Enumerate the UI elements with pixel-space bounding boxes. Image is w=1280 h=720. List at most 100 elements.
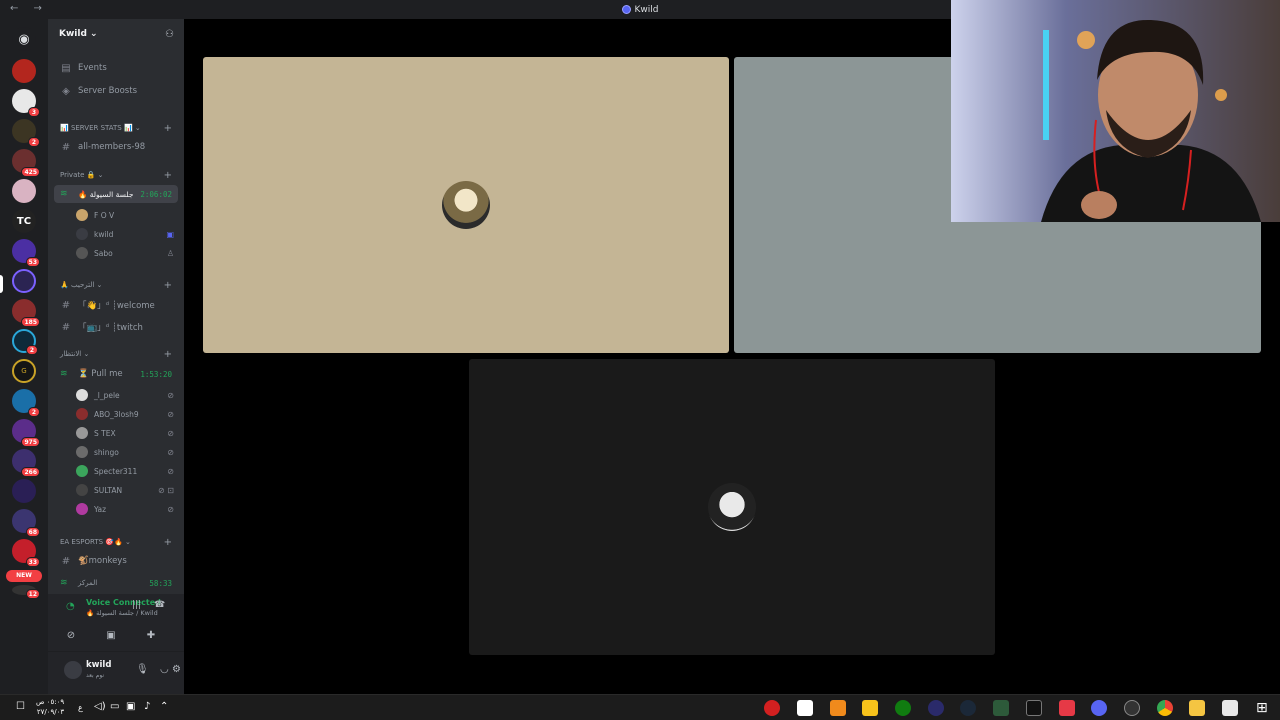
camera-off-icon[interactable]: ⊘	[58, 626, 84, 644]
server-icon[interactable]	[12, 269, 36, 293]
headphones-icon[interactable]: ◡	[160, 664, 169, 675]
user-avatar[interactable]	[64, 661, 82, 679]
voice-member[interactable]: kwild ▣	[76, 225, 178, 243]
app-icon[interactable]	[993, 700, 1009, 716]
notifications-icon[interactable]: ☐	[16, 701, 25, 712]
server-icon[interactable]	[12, 179, 36, 203]
server-icon[interactable]: 2	[12, 119, 40, 147]
events-label: Events	[78, 63, 107, 73]
server-icon[interactable]: 33	[12, 539, 40, 567]
server-icon[interactable]: 185	[12, 299, 40, 327]
participant-tile[interactable]	[469, 359, 995, 655]
channel-welcome[interactable]: # 「👋」ᵈ ┊welcome	[54, 296, 178, 314]
add-channel-icon[interactable]: +	[164, 537, 172, 548]
server-icon[interactable]: 68	[12, 509, 40, 537]
microphone-icon[interactable]: 🎙	[136, 664, 149, 675]
category-waiting[interactable]: الانتظار ⌄ +	[54, 347, 178, 361]
deafened-icon: ⊘	[167, 447, 174, 457]
server-icon[interactable]: 2	[12, 329, 38, 355]
voice-member[interactable]: F O V	[76, 206, 178, 224]
channel-monkeys[interactable]: # 🐒monkeys	[54, 552, 178, 570]
server-icon[interactable]: 425	[12, 149, 40, 177]
category-server-stats[interactable]: 📊 SERVER STATS 📊 ⌄ +	[54, 121, 178, 135]
server-icon[interactable]	[12, 59, 36, 83]
server-icon[interactable]: 266	[12, 449, 40, 477]
participant-tile[interactable]	[203, 57, 729, 353]
deafened-icon: ⊘	[167, 409, 174, 419]
volume-icon[interactable]: ◁)	[94, 701, 106, 712]
system-clock[interactable]: ٠٥:٠٩ ص ٢٧/٠٩/٠٣	[36, 697, 64, 717]
voice-member[interactable]: _l_pele ⊘	[76, 386, 178, 404]
app-icon[interactable]	[928, 700, 944, 716]
app-icon[interactable]	[830, 700, 846, 716]
activities-icon[interactable]: ✚	[138, 626, 164, 644]
disconnect-icon[interactable]: ☎	[154, 600, 165, 610]
voice-member[interactable]: Sabo ♙	[76, 244, 178, 262]
voice-member[interactable]: S TEX ⊘	[76, 424, 178, 442]
windows-start-icon[interactable]: ⊞	[1256, 700, 1272, 716]
display-icon[interactable]: ▣	[126, 701, 135, 712]
server-icon[interactable]: 2	[12, 389, 40, 417]
steam-app-icon[interactable]	[960, 700, 976, 716]
language-indicator[interactable]: ع	[78, 703, 83, 712]
noise-suppression-icon[interactable]: |||	[132, 600, 141, 610]
server-boosts-item[interactable]: ◈ Server Boosts	[54, 82, 178, 100]
server-icon[interactable]	[12, 479, 36, 503]
server-icon[interactable]: TC	[12, 209, 36, 233]
channel-all-members[interactable]: # all-members-98	[54, 138, 178, 156]
rockstar-app-icon[interactable]	[862, 700, 878, 716]
youtube-app-icon[interactable]	[764, 700, 780, 716]
show-hidden-icon[interactable]: ⌃	[160, 701, 168, 712]
add-channel-icon[interactable]: +	[164, 280, 172, 291]
voice-timer: 2:06:02	[140, 189, 172, 199]
voice-member[interactable]: Yaz ⊘	[76, 500, 178, 518]
voice-channel-markaz[interactable]: ≋ المركز 58:33	[54, 574, 178, 592]
webcam-overlay	[951, 0, 1280, 222]
network-icon[interactable]: ▭	[110, 701, 119, 712]
mention-badge: 975	[21, 437, 40, 447]
add-channel-icon[interactable]: +	[164, 170, 172, 181]
microphone-tray-icon[interactable]: ♪	[144, 701, 150, 712]
server-icon[interactable]: 3	[12, 89, 40, 117]
app-icon[interactable]	[1059, 700, 1075, 716]
chrome-app-icon[interactable]	[1157, 700, 1173, 716]
share-screen-icon[interactable]: ▣	[98, 626, 124, 644]
server-icon[interactable]: 975	[12, 419, 40, 447]
category-welcome[interactable]: 🙏 الترحيب ⌄ +	[54, 278, 178, 292]
server-icon[interactable]: 53	[12, 239, 40, 267]
deafened-icon: ⊘ ⊡	[158, 485, 174, 495]
events-item[interactable]: ▤ Events	[54, 59, 178, 77]
store-app-icon[interactable]	[1222, 700, 1238, 716]
voice-channel-session[interactable]: ≋ 🔥 جلسة السيولة 2:06:02	[54, 185, 178, 203]
user-name[interactable]: kwild	[86, 660, 111, 670]
server-icon[interactable]: 12	[12, 585, 40, 599]
voice-channel-pull-me[interactable]: ≋ ⏳ Pull me 1:53:20	[54, 365, 178, 383]
voice-member[interactable]: ABO_3losh9 ⊘	[76, 405, 178, 423]
voice-member[interactable]: Specter311 ⊘	[76, 462, 178, 480]
category-ea-esports[interactable]: EA ESPORTS 🎯🔥 ⌄ +	[54, 535, 178, 549]
voice-status[interactable]: Voice Connected	[86, 598, 161, 607]
voice-location[interactable]: 🔥 جلسة السيولة / Kwild	[86, 609, 158, 617]
add-member-icon[interactable]: ⚇	[165, 29, 174, 40]
xbox-app-icon[interactable]	[895, 700, 911, 716]
discord-app-icon[interactable]	[1091, 700, 1107, 716]
deafened-icon: ⊘	[167, 428, 174, 438]
voice-member[interactable]: SULTAN ⊘ ⊡	[76, 481, 178, 499]
user-status: نوم بعد	[86, 672, 105, 679]
avatar	[76, 209, 88, 221]
settings-icon[interactable]: ⚙	[172, 664, 181, 675]
add-channel-icon[interactable]: +	[164, 123, 172, 134]
obs-app-icon[interactable]	[1124, 700, 1140, 716]
category-private[interactable]: Private 🔒 ⌄ +	[54, 168, 178, 182]
add-channel-icon[interactable]: +	[164, 349, 172, 360]
capcut-app-icon[interactable]	[797, 700, 813, 716]
discord-home-icon[interactable]: ◉	[12, 27, 36, 51]
channel-twitch[interactable]: # 「📺」ᵈ ┊twitch	[54, 318, 178, 336]
nav-arrows[interactable]: ← →	[10, 3, 48, 14]
file-explorer-icon[interactable]	[1189, 700, 1205, 716]
voice-member[interactable]: shingo ⊘	[76, 443, 178, 461]
server-icon[interactable]: G	[12, 359, 36, 383]
app-icon[interactable]	[1026, 700, 1042, 716]
activity-icon: ♙	[166, 248, 174, 258]
server-header[interactable]: Kwild ⌄ ⚇	[48, 19, 184, 49]
